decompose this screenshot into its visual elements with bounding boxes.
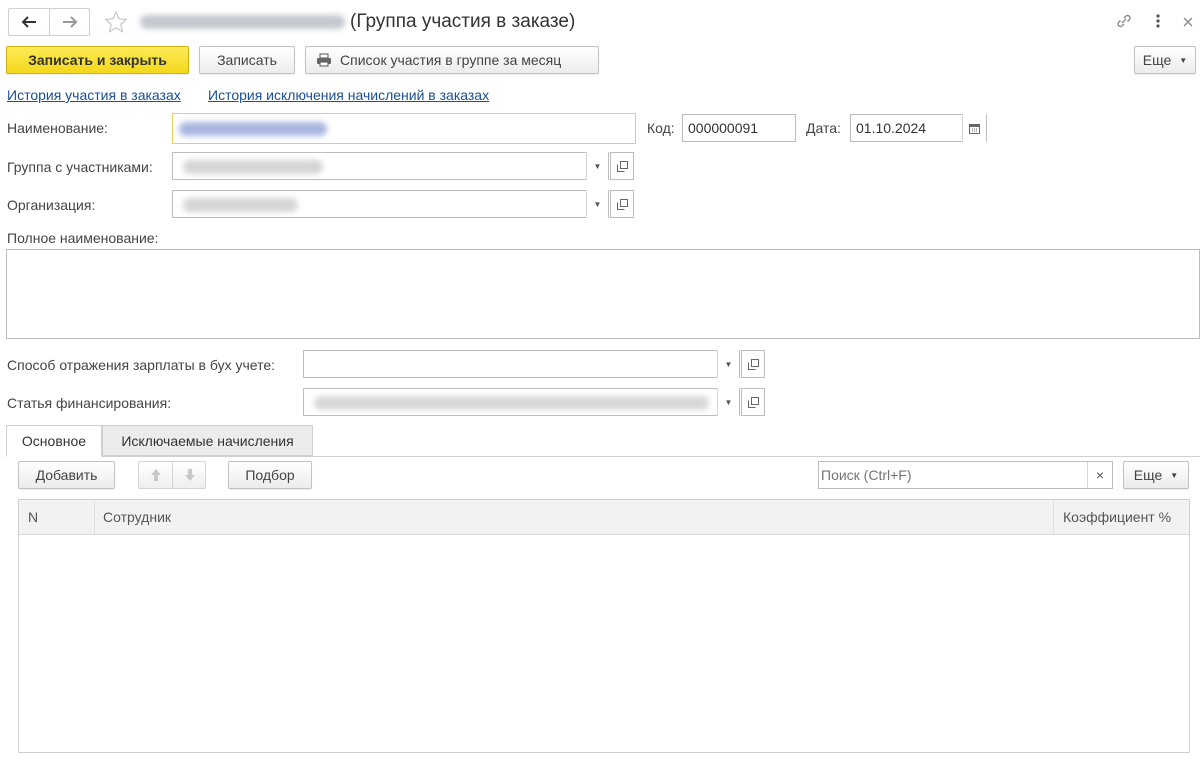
- title-object-name-redacted: [140, 15, 345, 29]
- more-label: Еще: [1142, 52, 1172, 68]
- nav-group: [8, 8, 90, 36]
- print-participation-list-label: Список участия в группе за месяц: [340, 52, 562, 68]
- name-value-redacted: [179, 122, 327, 136]
- code-label: Код:: [647, 120, 675, 136]
- tab-bar-line: [6, 456, 1200, 457]
- salary-method-open-button[interactable]: [741, 350, 765, 378]
- open-window-icon: [747, 396, 759, 408]
- chevron-down-icon: ▼: [1170, 470, 1179, 480]
- move-down-button[interactable]: [173, 462, 206, 488]
- search-text-input[interactable]: [819, 463, 1083, 487]
- salary-method-select[interactable]: ▼: [303, 350, 740, 378]
- date-value: 01.10.2024: [856, 120, 927, 136]
- full-name-label: Полное наименование:: [7, 230, 159, 246]
- arrow-up-icon: [150, 469, 161, 481]
- back-button[interactable]: [9, 9, 50, 35]
- open-window-icon: [616, 198, 628, 210]
- close-icon: ×: [1095, 467, 1105, 483]
- move-buttons-group: [138, 461, 206, 489]
- organization-label: Организация:: [7, 197, 96, 213]
- tab-main[interactable]: Основное: [6, 425, 102, 457]
- save-and-close-button[interactable]: Записать и закрыть: [6, 46, 189, 74]
- finance-item-open-button[interactable]: [741, 388, 765, 416]
- add-button[interactable]: Добавить: [18, 461, 115, 489]
- forward-button[interactable]: [50, 9, 90, 35]
- finance-item-value-redacted: [314, 396, 709, 410]
- chevron-down-icon: ▼: [724, 359, 733, 369]
- tab-excluded-accruals[interactable]: Исключаемые начисления: [102, 425, 313, 456]
- history-exclusion-link[interactable]: История исключения начислений в заказах: [208, 87, 489, 103]
- salary-method-dropdown-button[interactable]: ▼: [717, 350, 739, 378]
- save-button[interactable]: Записать: [199, 46, 295, 74]
- column-header-employee[interactable]: Сотрудник: [103, 509, 171, 525]
- link-icon[interactable]: [1114, 11, 1134, 31]
- close-icon[interactable]: [1180, 12, 1196, 30]
- group-value-redacted: [183, 160, 323, 174]
- pick-button[interactable]: Подбор: [228, 461, 312, 489]
- favorite-star-button[interactable]: [102, 8, 130, 36]
- chevron-down-icon: ▼: [1179, 55, 1188, 65]
- star-icon: [104, 10, 128, 33]
- column-separator: [94, 500, 95, 534]
- date-field[interactable]: 01.10.2024: [850, 114, 987, 142]
- organization-open-button[interactable]: [610, 190, 634, 218]
- salary-method-label: Способ отражения зарплаты в бух учете:: [7, 357, 276, 373]
- group-select[interactable]: ▼: [172, 152, 609, 180]
- chevron-down-icon: ▼: [593, 161, 602, 171]
- table-more-button[interactable]: Еще ▼: [1123, 461, 1189, 489]
- group-dropdown-button[interactable]: ▼: [586, 152, 608, 180]
- group-open-button[interactable]: [610, 152, 634, 180]
- open-window-icon: [616, 160, 628, 172]
- more-vertical-icon[interactable]: [1150, 11, 1166, 31]
- table-more-label: Еще: [1133, 467, 1163, 483]
- chevron-down-icon: ▼: [593, 199, 602, 209]
- full-name-textarea[interactable]: [6, 249, 1200, 339]
- calendar-icon: [969, 123, 980, 134]
- search-clear-button[interactable]: ×: [1087, 462, 1112, 488]
- group-label: Группа с участниками:: [7, 159, 153, 175]
- arrow-left-icon: [21, 16, 36, 28]
- code-field[interactable]: 000000091: [682, 114, 796, 142]
- printer-icon: [317, 53, 331, 67]
- organization-dropdown-button[interactable]: ▼: [586, 190, 608, 218]
- organization-select[interactable]: ▼: [172, 190, 609, 218]
- calendar-button[interactable]: [962, 114, 986, 142]
- table-header: N Сотрудник Коэффициент %: [19, 500, 1189, 535]
- column-header-n[interactable]: N: [28, 509, 38, 525]
- arrow-down-icon: [184, 469, 195, 481]
- finance-item-select[interactable]: ▼: [303, 388, 740, 416]
- chevron-down-icon: ▼: [724, 397, 733, 407]
- search-input[interactable]: ×: [818, 461, 1113, 489]
- more-button[interactable]: Еще ▼: [1134, 46, 1196, 74]
- finance-item-dropdown-button[interactable]: ▼: [717, 388, 739, 416]
- print-participation-list-button[interactable]: Список участия в группе за месяц: [305, 46, 599, 74]
- column-header-coefficient[interactable]: Коэффициент %: [1063, 509, 1171, 525]
- participants-table[interactable]: N Сотрудник Коэффициент %: [18, 499, 1190, 753]
- arrow-right-icon: [63, 16, 78, 28]
- move-up-button[interactable]: [139, 462, 173, 488]
- history-participation-link[interactable]: История участия в заказах: [7, 87, 181, 103]
- organization-value-redacted: [183, 198, 298, 212]
- finance-item-label: Статья финансирования:: [7, 395, 172, 411]
- tab-excluded-accruals-label: Исключаемые начисления: [121, 432, 294, 449]
- name-label: Наименование:: [7, 120, 108, 136]
- tab-main-label: Основное: [21, 433, 87, 449]
- window-title: (Группа участия в заказе): [350, 11, 576, 32]
- table-body[interactable]: [19, 535, 1189, 752]
- open-window-icon: [747, 358, 759, 370]
- name-input[interactable]: [172, 113, 636, 144]
- date-label: Дата:: [806, 120, 841, 136]
- column-separator: [1053, 500, 1054, 534]
